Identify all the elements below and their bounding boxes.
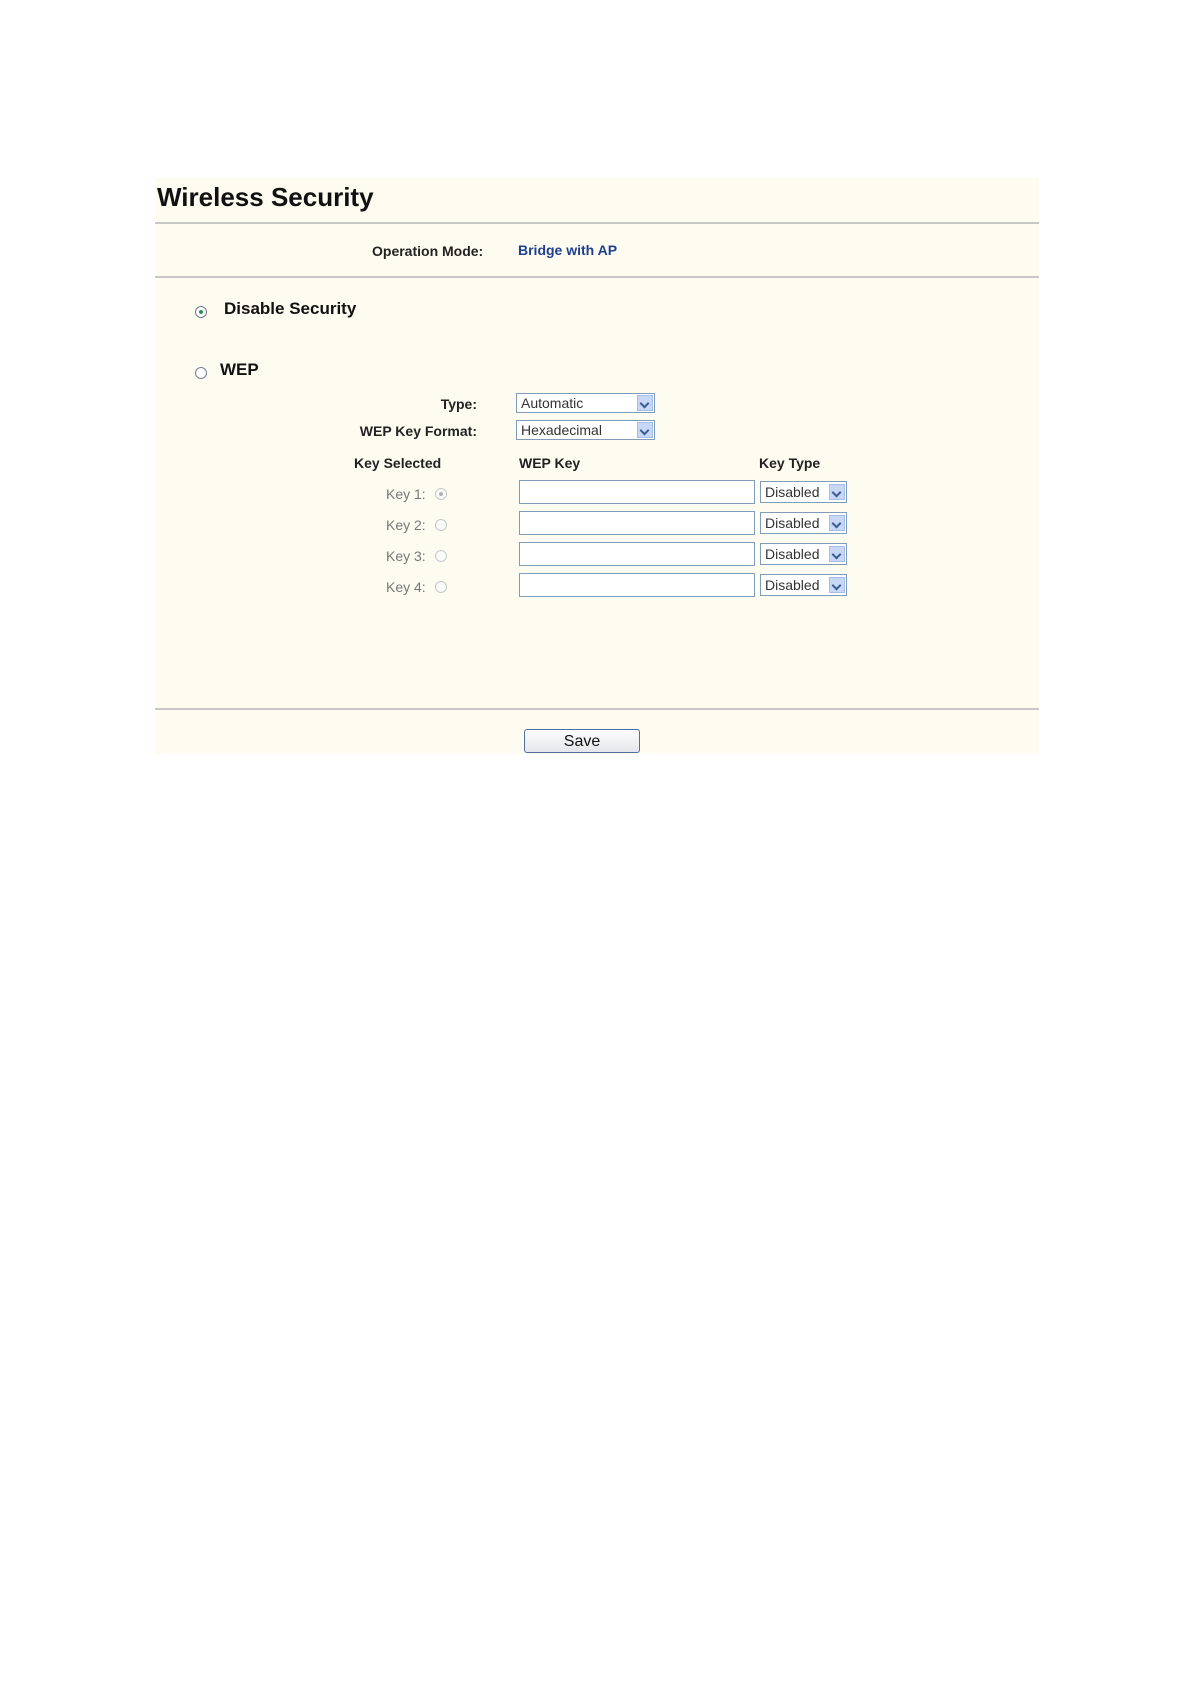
operation-mode-value: Bridge with AP [518,242,618,258]
key-4-type-select[interactable]: Disabled [760,574,847,596]
key-2-type-select[interactable]: Disabled [760,512,847,534]
chevron-down-icon [637,395,653,411]
key-2-type-value: Disabled [765,515,820,531]
key-2-label: Key 2: [386,517,426,533]
key-4-label: Key 4: [386,579,426,595]
key-selected-header: Key Selected [354,455,442,471]
key-3-type-value: Disabled [765,546,820,562]
wep-radio[interactable] [195,367,207,379]
wireless-security-panel: Wireless Security Operation Mode: Bridge… [155,178,1039,754]
chevron-down-icon [829,515,845,531]
wep-key-format-value: Hexadecimal [521,422,602,438]
key-4-radio[interactable] [435,581,447,593]
key-3-input[interactable] [519,542,755,566]
divider-top [155,222,1039,224]
key-1-type-select[interactable]: Disabled [760,481,847,503]
key-1-input[interactable] [519,480,755,504]
divider-operation-mode [155,276,1039,278]
key-type-header: Key Type [759,455,821,471]
key-4-input[interactable] [519,573,755,597]
key-1-radio[interactable] [435,488,447,500]
key-3-type-select[interactable]: Disabled [760,543,847,565]
wep-key-format-label: WEP Key Format: [359,423,477,439]
wep-type-select[interactable]: Automatic [516,393,655,413]
key-3-radio[interactable] [435,550,447,562]
disable-security-label: Disable Security [224,299,357,318]
chevron-down-icon [637,422,653,438]
disable-security-radio[interactable] [195,306,207,318]
wep-type-label: Type: [440,396,477,412]
save-button[interactable]: Save [524,729,640,753]
key-3-label: Key 3: [386,548,426,564]
chevron-down-icon [829,484,845,500]
chevron-down-icon [829,546,845,562]
wep-label: WEP [220,360,259,379]
operation-mode-label: Operation Mode: [372,243,484,259]
chevron-down-icon [829,577,845,593]
wep-type-value: Automatic [521,395,584,411]
page-title: Wireless Security [157,182,374,212]
key-2-input[interactable] [519,511,755,535]
wep-key-header: WEP Key [519,455,581,471]
key-1-label: Key 1: [386,486,426,502]
key-4-type-value: Disabled [765,577,820,593]
key-1-type-value: Disabled [765,484,820,500]
divider-bottom [155,708,1039,710]
key-2-radio[interactable] [435,519,447,531]
wep-key-format-select[interactable]: Hexadecimal [516,420,655,440]
